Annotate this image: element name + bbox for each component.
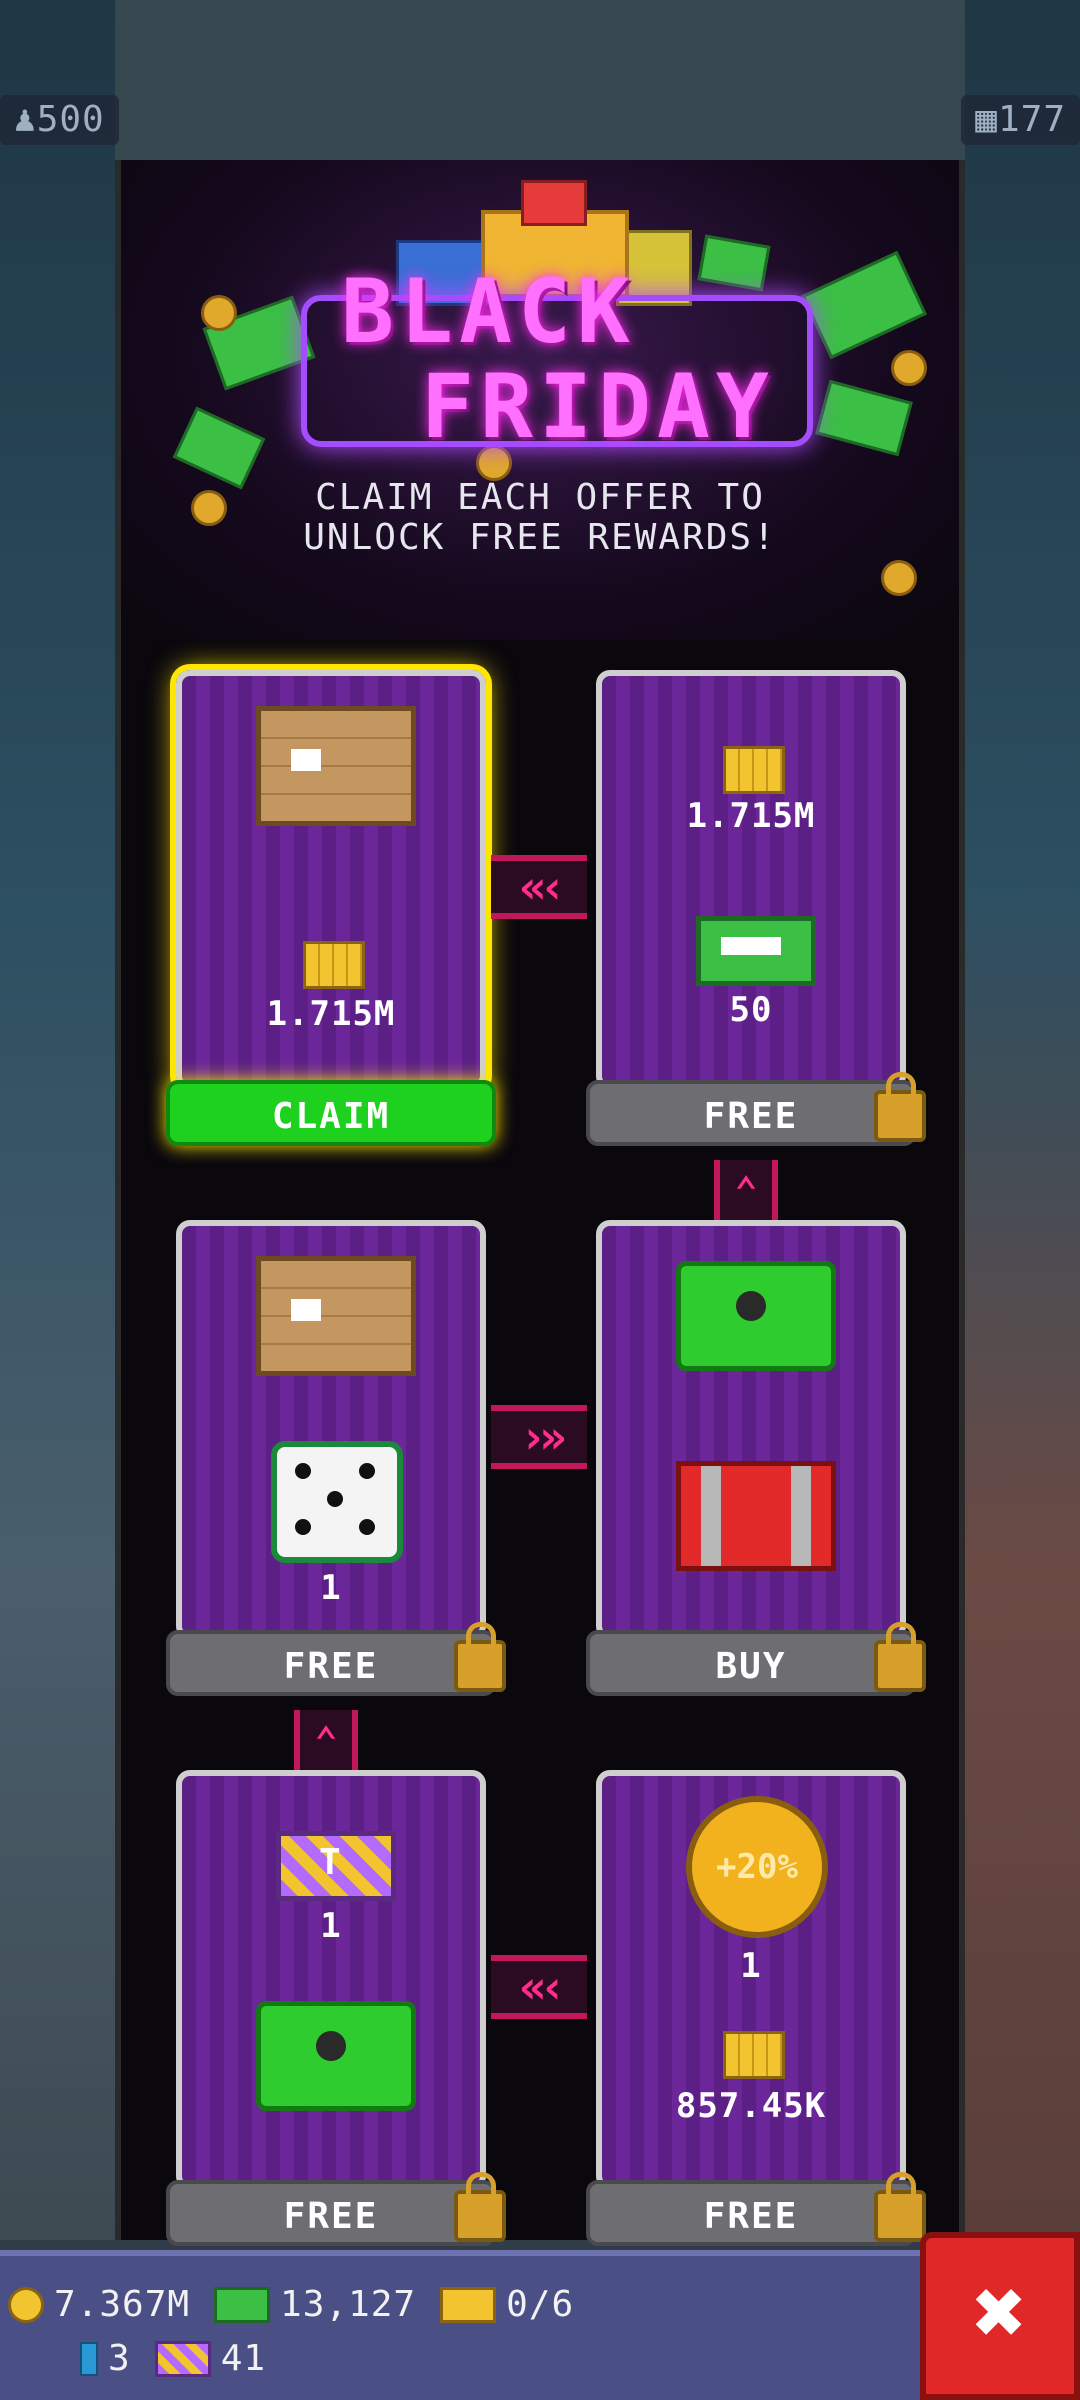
lock-icon (874, 1072, 926, 1142)
offer-card-5[interactable]: T 1 (176, 1770, 486, 2190)
tower-background-right (965, 0, 1080, 2240)
red-chest-icon (676, 1461, 836, 1571)
offer-card-6[interactable]: +20% 1 857.45K (596, 1770, 906, 2190)
banner-subtitle: CLAIM EACH OFFER TO UNLOCK FREE REWARDS! (303, 477, 777, 558)
black-friday-banner: BLACK FRIDAY CLAIM EACH OFFER TO UNLOCK … (121, 160, 959, 640)
gift-bow-icon (521, 180, 587, 226)
arrow-left-icon: «‹ (491, 855, 587, 919)
building-icon: ▦ (975, 99, 998, 140)
tower-ticket-count: 41 (220, 2338, 267, 2379)
lock-icon (454, 2172, 506, 2242)
black-friday-panel: BLACK FRIDAY CLAIM EACH OFFER TO UNLOCK … (115, 160, 965, 2246)
person-icon: ♟ (14, 99, 37, 140)
arrow-right-icon: ›» (491, 1405, 587, 1469)
golden-ticket-count: 0/6 (506, 2284, 575, 2325)
offer-card-2[interactable]: 1.715M 50 (596, 670, 906, 1090)
cash-icon (696, 916, 816, 986)
offer-card-3[interactable]: 1 (176, 1220, 486, 1640)
close-button[interactable]: ✖ (920, 2232, 1080, 2400)
arrow-left-icon: «‹ (491, 1955, 587, 2019)
currency-bar: 7.367M 13,127 0/6 3 41 (0, 2250, 935, 2400)
coin-icon (881, 560, 917, 596)
lock-icon (874, 1622, 926, 1692)
coins-icon (723, 2031, 785, 2079)
banner-title-line2: FRIDAY (421, 355, 775, 458)
offer-6-bottom-value: 857.45K (675, 2086, 827, 2126)
tower-top-floor (115, 0, 965, 160)
offer-5-top-value: 1 (320, 1906, 342, 1946)
tower-ticket-icon (154, 2340, 211, 2377)
crate-icon (256, 1256, 416, 1376)
cash-icon (697, 234, 771, 292)
offer-2-bottom-value: 50 (729, 990, 773, 1030)
green-chest-icon (676, 1261, 836, 1371)
tower-background-left (0, 0, 115, 2240)
coin-icon (8, 2286, 44, 2323)
golden-ticket-icon (440, 2286, 497, 2323)
buy-button[interactable]: BUY (586, 1622, 926, 1696)
offer-card-4[interactable] (596, 1220, 906, 1640)
offer-5-free-button[interactable]: FREE (166, 2172, 506, 2246)
cash-icon (172, 406, 266, 490)
offer-6-top-value: 1 (740, 1946, 762, 1986)
offer-3-value: 1 (320, 1568, 342, 1608)
coins-icon (303, 941, 365, 989)
coins-count: 7.367M (54, 2284, 191, 2325)
lock-icon (454, 1622, 506, 1692)
dice-icon (271, 1441, 403, 1563)
offer-1-value: 1.715M (266, 994, 396, 1034)
coin-icon (891, 350, 927, 386)
population-stat: ♟500 (0, 95, 119, 145)
blue-item-count: 3 (108, 2338, 131, 2379)
offer-2-free-button[interactable]: FREE (586, 1072, 926, 1146)
offer-2-top-value: 1.715M (686, 796, 816, 836)
lock-icon (874, 2172, 926, 2242)
currency-row-1: 7.367M 13,127 0/6 (8, 2284, 574, 2325)
coin-icon (201, 295, 237, 331)
bux-icon (214, 2286, 271, 2323)
crate-icon (256, 706, 416, 826)
offer-6-free-button[interactable]: FREE (586, 2172, 926, 2246)
cash-icon (801, 250, 927, 360)
banner-title-line1: BLACK (341, 260, 636, 363)
tower-ticket-icon: T (276, 1831, 396, 1901)
offer-3-free-button[interactable]: FREE (166, 1622, 506, 1696)
cash-icon (815, 379, 913, 457)
offer-card-1[interactable]: 1.715M (176, 670, 486, 1090)
claim-button[interactable]: CLAIM (166, 1080, 496, 1146)
green-chest-icon (256, 2001, 416, 2111)
floors-stat: ▦177 (961, 95, 1080, 145)
boost-coin-icon: +20% (686, 1796, 828, 1938)
bux-count: 13,127 (280, 2284, 417, 2325)
coins-icon (723, 746, 785, 794)
blue-item-icon (80, 2341, 98, 2376)
currency-row-2: 3 41 (80, 2338, 266, 2379)
